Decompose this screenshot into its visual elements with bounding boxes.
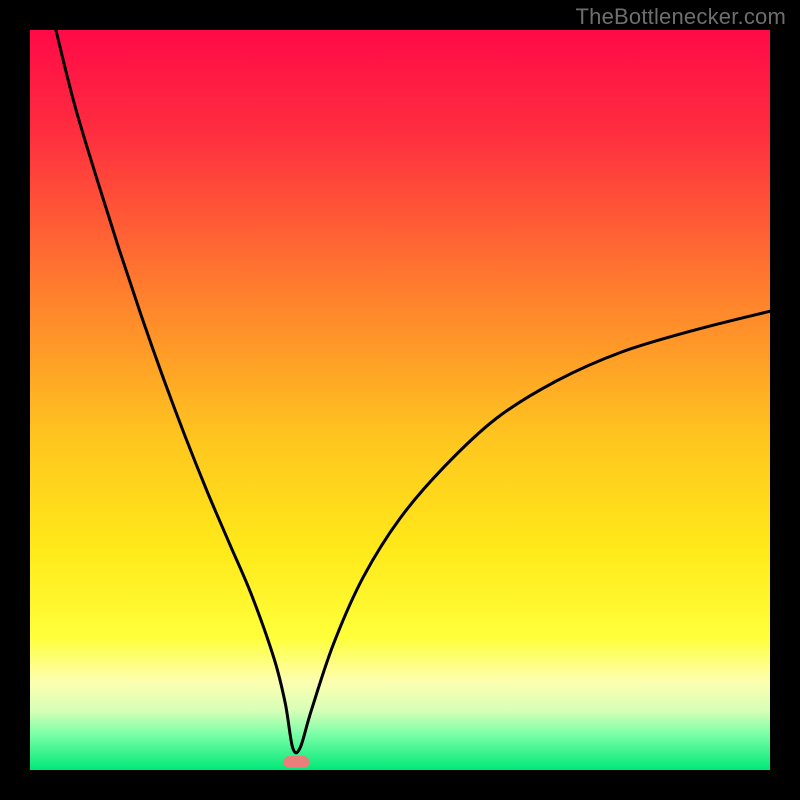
minimum-marker: [283, 756, 309, 768]
gradient-background: [30, 30, 770, 770]
plot-area: [30, 30, 770, 770]
watermark-text: TheBottlenecker.com: [576, 4, 786, 30]
chart-frame: TheBottlenecker.com: [0, 0, 800, 800]
bottleneck-chart: [30, 30, 770, 770]
